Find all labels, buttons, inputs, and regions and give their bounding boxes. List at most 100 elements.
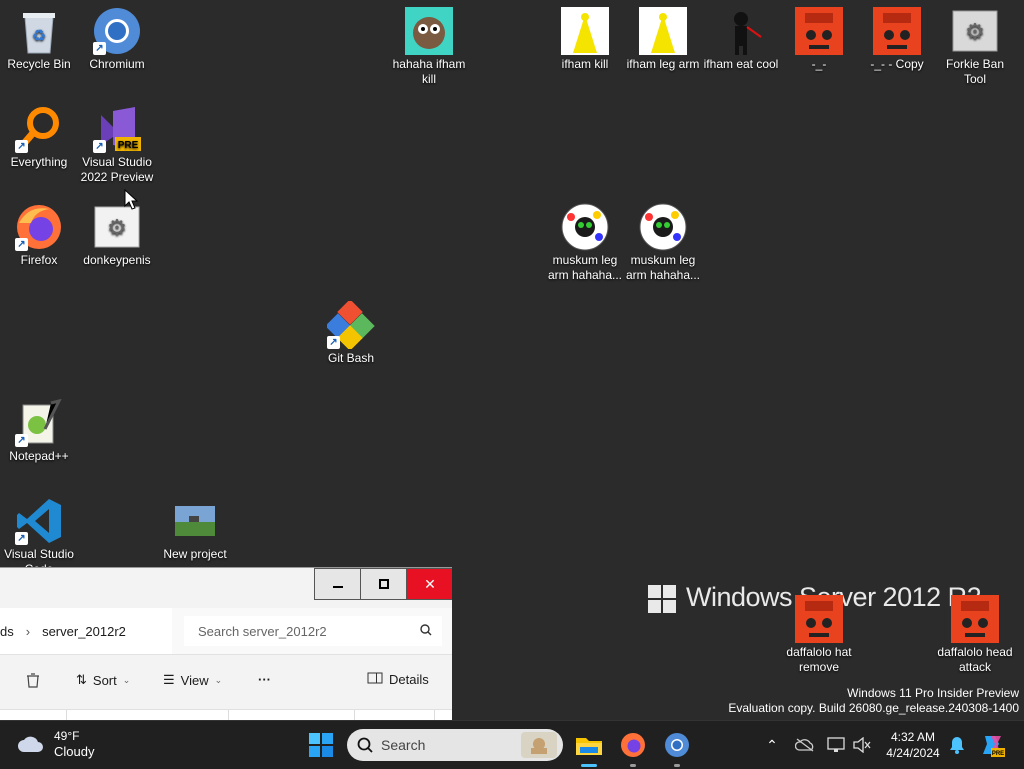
image-thumbnail-icon <box>405 7 453 55</box>
active-indicator <box>581 764 597 767</box>
taskbar-search[interactable]: Search <box>347 729 563 761</box>
onedrive-icon[interactable] <box>789 729 821 761</box>
desktop-icon-label: Recycle Bin <box>7 57 71 71</box>
desktop-icon-label: hahaha ifham kill <box>392 57 466 86</box>
recycle-bin-icon: ♻ <box>15 7 63 55</box>
desktop-icon-new-project[interactable]: New project <box>156 497 234 562</box>
desktop-icon-label: Everything <box>10 155 68 169</box>
address-bar: ds › server_2012r2 Search server_2012r2 <box>0 608 452 655</box>
weather-desc: Cloudy <box>54 744 95 759</box>
system-clock[interactable]: 4:32 AM 4/24/2024 <box>880 729 946 761</box>
desktop-icon-label: Chromium <box>89 57 145 71</box>
notepad-plus-plus-icon: ↗ <box>15 399 63 447</box>
taskbar-chromium[interactable] <box>661 729 693 767</box>
desktop-icon-notepad-plus-plus[interactable]: ↗ Notepad++ <box>0 399 78 464</box>
search-icon <box>357 737 373 756</box>
desktop-icon-label: Notepad++ <box>9 449 69 463</box>
desktop-icon-label: ifham leg arm <box>626 57 700 71</box>
search-highlight-icon <box>521 732 557 761</box>
window-titlebar[interactable]: ✕ <box>0 568 452 606</box>
image-thumbnail-icon <box>171 497 219 545</box>
desktop-icon-label: donkeypenis <box>83 253 151 267</box>
taskbar-file-explorer[interactable] <box>573 729 605 767</box>
desktop-icon-recycle-bin[interactable]: ♻ Recycle Bin <box>0 7 78 72</box>
mouse-cursor-icon <box>124 188 139 216</box>
weather-widget[interactable]: 49°F Cloudy <box>16 729 94 759</box>
close-icon: ✕ <box>424 575 436 592</box>
desktop-icon-everything[interactable]: ↗ Everything <box>0 105 78 170</box>
evaluation-watermark: Windows 11 Pro Insider Preview Evaluatio… <box>728 686 1019 716</box>
desktop-icon-label: Visual Studio Code <box>4 547 74 567</box>
desktop-icon-label: daffalolo head attack <box>937 645 1013 674</box>
desktop-icon-git-bash[interactable]: ↗ Git Bash <box>312 301 390 366</box>
more-options-button[interactable]: ··· <box>258 672 271 687</box>
desktop-icon-donkeypenis[interactable]: ⚙ donkeypenis <box>78 203 156 268</box>
desktop-icon-hahaha-ifham-kill[interactable]: hahaha ifham kill <box>390 7 468 87</box>
desktop-icon-muskum-1[interactable]: muskum leg arm hahaha... <box>546 203 624 283</box>
image-thumbnail-icon <box>873 7 921 55</box>
eval-line-1: Windows 11 Pro Insider Preview <box>847 686 1019 700</box>
search-label: Search <box>381 737 426 753</box>
cloud-icon <box>18 736 43 752</box>
desktop-icon-ifham-leg-arm[interactable]: ifham leg arm <box>624 7 702 72</box>
show-hidden-icons-button[interactable]: ⌃ <box>756 729 788 761</box>
details-button[interactable]: Details <box>367 672 429 687</box>
weather-temp: 49°F <box>54 729 80 743</box>
desktop-icon-label: Forkie Ban Tool <box>945 57 1005 86</box>
clock-date: 4/24/2024 <box>886 746 940 760</box>
notification-bell-icon[interactable] <box>941 729 973 761</box>
breadcrumb[interactable]: ds › server_2012r2 <box>0 608 172 654</box>
taskbar-firefox[interactable] <box>617 729 649 767</box>
maximize-button[interactable] <box>360 568 408 600</box>
close-button[interactable]: ✕ <box>406 568 452 600</box>
shortcut-arrow-icon: ↗ <box>15 532 28 545</box>
desktop-icon-forkie-ban-tool[interactable]: ⚙ Forkie Ban Tool <box>936 7 1014 87</box>
details-pane-icon <box>367 672 383 687</box>
image-thumbnail-icon <box>639 203 687 251</box>
desktop-icon-underscore[interactable]: -_- <box>780 7 858 72</box>
desktop-icon-muskum-2[interactable]: muskum leg arm hahaha... <box>624 203 702 283</box>
chevron-up-icon: ⌃ <box>766 736 778 753</box>
running-indicator <box>630 764 636 767</box>
view-label: View <box>180 672 209 688</box>
clock-time: 4:32 AM <box>890 730 936 744</box>
desktop-icon-daffalolo-hat-remove[interactable]: daffalolo hat remove <box>780 595 858 675</box>
desktop-icon-visual-studio-2022-preview[interactable]: PRE ↗ Visual Studio 2022 Preview <box>78 105 156 185</box>
search-input[interactable]: Search server_2012r2 <box>184 616 442 646</box>
desktop-icon-label: -_- <box>811 57 827 71</box>
firefox-icon <box>621 733 645 757</box>
breadcrumb-prev[interactable]: ds <box>0 624 14 639</box>
trash-icon <box>27 673 39 688</box>
eval-line-2: Evaluation copy. Build 26080.ge_release.… <box>728 701 1019 715</box>
view-icon: ☰ <box>163 672 175 687</box>
desktop-icon-underscore-copy[interactable]: -_- - Copy <box>858 7 936 72</box>
chromium-icon: ↗ <box>93 7 141 55</box>
desktop-icon-firefox[interactable]: ↗ Firefox <box>0 203 78 268</box>
breadcrumb-current[interactable]: server_2012r2 <box>42 624 126 639</box>
chromium-icon <box>665 733 689 757</box>
sort-button[interactable]: ⇅ Sort ⌄ <box>76 672 130 688</box>
chevron-down-icon: ⌄ <box>214 674 223 685</box>
desktop-icon-chromium[interactable]: ↗ Chromium <box>78 7 156 72</box>
image-thumbnail-icon <box>795 7 843 55</box>
desktop-icon-ifham-kill[interactable]: ifham kill <box>546 7 624 72</box>
desktop-icon-label: Git Bash <box>327 351 375 365</box>
copilot-icon[interactable]: PRE <box>976 729 1008 761</box>
image-thumbnail-icon <box>561 7 609 55</box>
view-button[interactable]: ☰ View ⌄ <box>163 672 222 688</box>
git-bash-icon: ↗ <box>327 301 375 349</box>
image-thumbnail-icon <box>795 595 843 643</box>
start-button[interactable] <box>305 729 337 761</box>
minimize-button[interactable] <box>314 568 362 600</box>
svg-text:♻: ♻ <box>32 28 46 45</box>
delete-button[interactable] <box>25 672 41 688</box>
desktop-icon-daffalolo-head-attack[interactable]: daffalolo head attack <box>936 595 1014 675</box>
svg-text:PRE: PRE <box>118 140 139 151</box>
desktop-icon-label: Visual Studio 2022 Preview <box>80 155 154 184</box>
desktop-icon-visual-studio-code[interactable]: ↗ Visual Studio Code <box>0 497 78 567</box>
file-explorer-window: ✕ ds › server_2012r2 Search server_2012r… <box>0 567 452 721</box>
svg-text:PRE: PRE <box>992 751 1004 757</box>
desktop-icon-ifham-eat-cool[interactable]: ifham eat cool <box>702 7 780 72</box>
image-thumbnail-icon <box>951 595 999 643</box>
volume-muted-icon[interactable] <box>846 729 878 761</box>
